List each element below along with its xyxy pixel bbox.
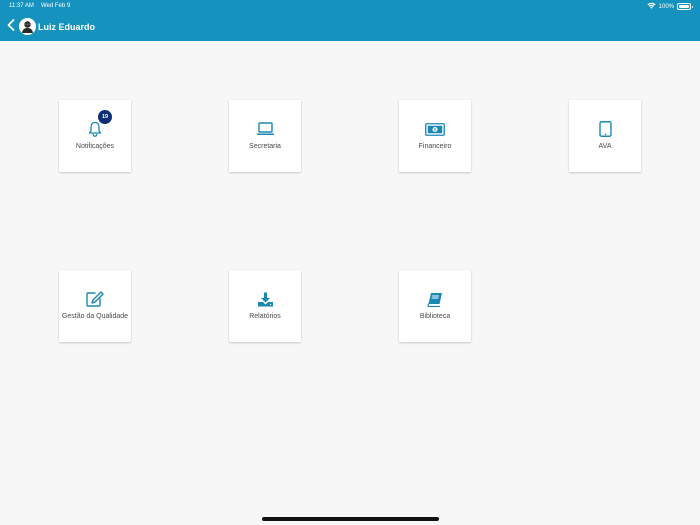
home-indicator[interactable] xyxy=(262,517,439,521)
tile-ava[interactable]: AVA xyxy=(569,100,641,172)
tile-gestao-qualidade[interactable]: Gestão da Qualidade xyxy=(59,270,131,342)
book-icon xyxy=(425,290,445,308)
tile-label: AVA xyxy=(598,143,612,150)
tile-biblioteca[interactable]: Biblioteca xyxy=(399,270,471,342)
back-button[interactable] xyxy=(4,18,18,36)
tile-label: Financeiro xyxy=(418,143,452,150)
tile-label: Secretaria xyxy=(249,143,281,150)
status-right: 100% xyxy=(647,2,693,11)
tablet-icon xyxy=(595,120,615,138)
tile-label: Biblioteca xyxy=(419,313,451,320)
tile-label: Notificações xyxy=(75,143,115,150)
battery-icon xyxy=(677,3,693,10)
laptop-icon xyxy=(255,120,275,138)
tile-financeiro[interactable]: Financeiro xyxy=(399,100,471,172)
battery-percent: 100% xyxy=(658,3,674,10)
tile-label: Relatórios xyxy=(249,313,281,320)
status-time: 11:37 AM xyxy=(9,3,34,9)
tile-label: Gestão da Qualidade xyxy=(61,313,129,320)
status-bar: 11:37 AM Wed Feb 9 100% xyxy=(0,0,700,12)
chevron-left-icon xyxy=(7,18,15,36)
app-header: 11:37 AM Wed Feb 9 100% Luiz Eduardo xyxy=(0,0,700,41)
nav-bar: Luiz Eduardo xyxy=(0,14,700,40)
tile-notificacoes[interactable]: 19 Notificações xyxy=(59,100,131,172)
avatar[interactable] xyxy=(19,18,36,35)
download-icon xyxy=(255,290,275,308)
edit-icon xyxy=(85,290,105,308)
avatar-icon xyxy=(19,18,36,35)
tile-secretaria[interactable]: Secretaria xyxy=(229,100,301,172)
status-date: Wed Feb 9 xyxy=(41,3,71,9)
tile-relatorios[interactable]: Relatórios xyxy=(229,270,301,342)
user-name: Luiz Eduardo xyxy=(38,22,95,32)
wifi-icon xyxy=(647,2,656,11)
money-icon xyxy=(425,120,445,138)
notification-count-badge: 19 xyxy=(98,110,112,124)
